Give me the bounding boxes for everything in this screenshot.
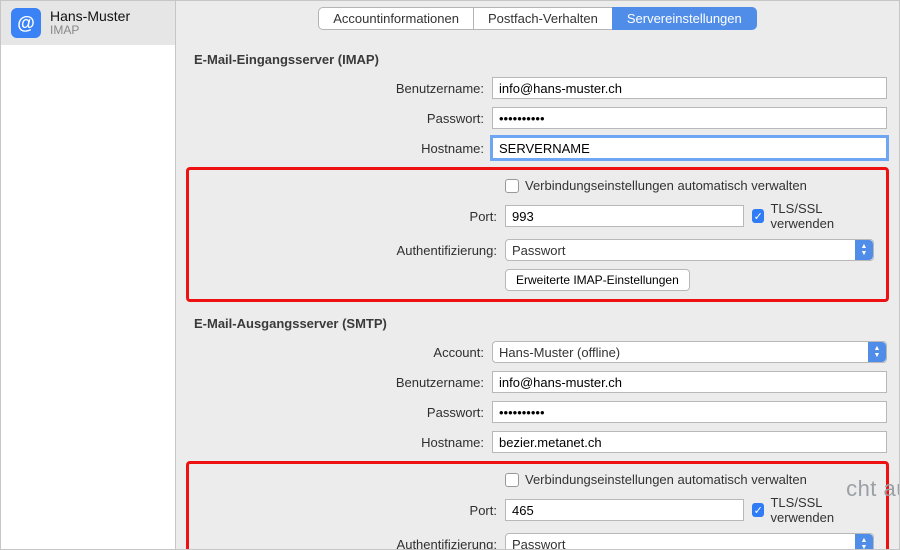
row-incoming-auto: Verbindungseinstellungen automatisch ver… <box>189 174 886 197</box>
outgoing-tls-checkbox[interactable]: ✓ <box>752 503 764 517</box>
outgoing-auto-checkbox[interactable] <box>505 473 519 487</box>
at-icon: @ <box>11 8 41 38</box>
outgoing-auto-label: Verbindungseinstellungen automatisch ver… <box>525 472 807 487</box>
row-outgoing-auth: Authentifizierung: Passwort ▲▼ <box>189 529 886 549</box>
account-type: IMAP <box>50 24 130 37</box>
incoming-section-title: E-Mail-Eingangsserver (IMAP) <box>176 46 899 73</box>
incoming-highlight-box: Verbindungseinstellungen automatisch ver… <box>186 167 889 302</box>
label-outgoing-hostname: Hostname: <box>176 435 492 450</box>
outgoing-highlight-box: Verbindungseinstellungen automatisch ver… <box>186 461 889 549</box>
row-incoming-advanced: Erweiterte IMAP-Einstellungen <box>189 265 886 295</box>
background-ghost-text: cht au <box>846 476 899 502</box>
label-outgoing-auth: Authentifizierung: <box>189 537 505 550</box>
advanced-imap-button[interactable]: Erweiterte IMAP-Einstellungen <box>505 269 690 291</box>
incoming-username-input[interactable] <box>492 77 887 99</box>
row-incoming-password: Passwort: <box>176 103 899 133</box>
label-outgoing-port: Port: <box>189 503 505 518</box>
incoming-hostname-input[interactable] <box>492 137 887 159</box>
label-outgoing-username: Benutzername: <box>176 375 492 390</box>
row-outgoing-auto: Verbindungseinstellungen automatisch ver… <box>189 468 886 491</box>
outgoing-section-title: E-Mail-Ausgangsserver (SMTP) <box>176 310 899 337</box>
outgoing-auth-select[interactable]: Passwort ▲▼ <box>505 533 874 549</box>
chevron-updown-icon: ▲▼ <box>855 240 873 260</box>
outgoing-account-select[interactable]: Hans-Muster (offline) ▲▼ <box>492 341 887 363</box>
incoming-auto-checkbox[interactable] <box>505 179 519 193</box>
tab-bar: Accountinformationen Postfach-Verhalten … <box>176 7 899 30</box>
incoming-tls-checkbox[interactable]: ✓ <box>752 209 764 223</box>
chevron-updown-icon: ▲▼ <box>855 534 873 549</box>
row-incoming-hostname: Hostname: <box>176 133 899 163</box>
label-incoming-hostname: Hostname: <box>176 141 492 156</box>
tab-server-settings[interactable]: Servereinstellungen <box>612 7 757 30</box>
incoming-tls-label: TLS/SSL verwenden <box>770 201 874 231</box>
label-incoming-port: Port: <box>189 209 505 224</box>
row-outgoing-hostname: Hostname: <box>176 427 899 457</box>
row-incoming-auth: Authentifizierung: Passwort ▲▼ <box>189 235 886 265</box>
incoming-password-input[interactable] <box>492 107 887 129</box>
outgoing-password-input[interactable] <box>492 401 887 423</box>
label-outgoing-account: Account: <box>176 345 492 360</box>
incoming-auto-label: Verbindungseinstellungen automatisch ver… <box>525 178 807 193</box>
row-outgoing-username: Benutzername: <box>176 367 899 397</box>
outgoing-port-input[interactable] <box>505 499 744 521</box>
outgoing-username-input[interactable] <box>492 371 887 393</box>
row-outgoing-port: Port: ✓ TLS/SSL verwenden <box>189 491 886 529</box>
sidebar-account-item[interactable]: @ Hans-Muster IMAP <box>1 1 175 45</box>
chevron-updown-icon: ▲▼ <box>868 342 886 362</box>
label-incoming-password: Passwort: <box>176 111 492 126</box>
incoming-auth-select[interactable]: Passwort ▲▼ <box>505 239 874 261</box>
main-panel: Accountinformationen Postfach-Verhalten … <box>176 1 899 549</box>
label-incoming-auth: Authentifizierung: <box>189 243 505 258</box>
tab-mailbox-behavior[interactable]: Postfach-Verhalten <box>473 7 613 30</box>
outgoing-auth-value: Passwort <box>512 537 565 550</box>
row-incoming-username: Benutzername: <box>176 73 899 103</box>
row-incoming-port: Port: ✓ TLS/SSL verwenden <box>189 197 886 235</box>
preferences-window: @ Hans-Muster IMAP Accountinformationen … <box>0 0 900 550</box>
outgoing-account-value: Hans-Muster (offline) <box>499 345 620 360</box>
label-outgoing-password: Passwort: <box>176 405 492 420</box>
outgoing-hostname-input[interactable] <box>492 431 887 453</box>
account-name: Hans-Muster <box>50 9 130 24</box>
row-outgoing-password: Passwort: <box>176 397 899 427</box>
incoming-auth-value: Passwort <box>512 243 565 258</box>
label-incoming-username: Benutzername: <box>176 81 492 96</box>
account-labels: Hans-Muster IMAP <box>50 9 130 38</box>
row-outgoing-account: Account: Hans-Muster (offline) ▲▼ <box>176 337 899 367</box>
account-sidebar: @ Hans-Muster IMAP <box>1 1 176 549</box>
tab-account-info[interactable]: Accountinformationen <box>318 7 474 30</box>
incoming-port-input[interactable] <box>505 205 744 227</box>
